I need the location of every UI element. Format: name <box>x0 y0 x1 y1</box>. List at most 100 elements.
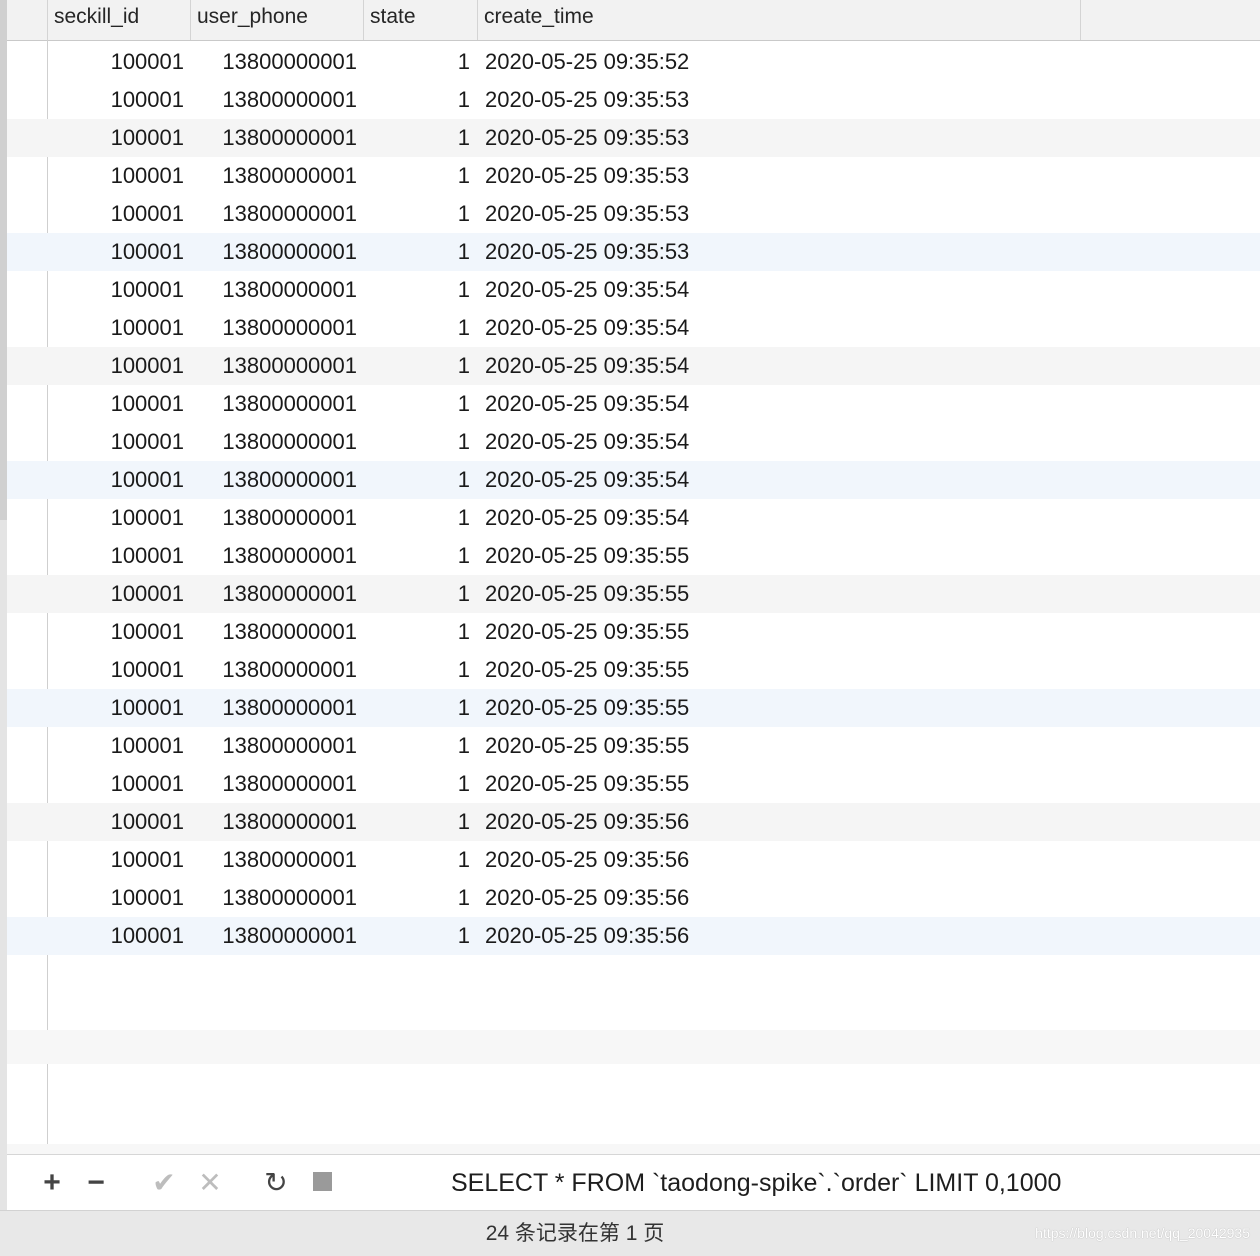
cell-user-phone[interactable]: 13800000001 <box>197 537 357 575</box>
cell-state[interactable]: 1 <box>364 309 470 347</box>
cell-create-time[interactable]: 2020-05-25 09:35:54 <box>485 385 885 423</box>
cell-state[interactable]: 1 <box>364 841 470 879</box>
table-row[interactable]: 100001 13800000001 1 2020-05-25 09:35:56 <box>7 803 1260 841</box>
cell-user-phone[interactable]: 13800000001 <box>197 689 357 727</box>
cell-seckill-id[interactable]: 100001 <box>48 309 184 347</box>
cell-state[interactable]: 1 <box>364 499 470 537</box>
cell-seckill-id[interactable]: 100001 <box>48 347 184 385</box>
cell-user-phone[interactable]: 13800000001 <box>197 879 357 917</box>
cell-state[interactable]: 1 <box>364 195 470 233</box>
cell-state[interactable]: 1 <box>364 613 470 651</box>
cell-create-time[interactable]: 2020-05-25 09:35:53 <box>485 157 885 195</box>
table-row[interactable]: 100001 13800000001 1 2020-05-25 09:35:54 <box>7 499 1260 537</box>
cell-user-phone[interactable]: 13800000001 <box>197 309 357 347</box>
cell-state[interactable]: 1 <box>364 765 470 803</box>
cell-create-time[interactable]: 2020-05-25 09:35:54 <box>485 423 885 461</box>
cell-state[interactable]: 1 <box>364 157 470 195</box>
left-scrollbar-thumb[interactable] <box>0 0 7 520</box>
cell-seckill-id[interactable]: 100001 <box>48 271 184 309</box>
cell-user-phone[interactable]: 13800000001 <box>197 499 357 537</box>
cell-seckill-id[interactable]: 100001 <box>48 499 184 537</box>
cell-create-time[interactable]: 2020-05-25 09:35:54 <box>485 461 885 499</box>
cell-user-phone[interactable]: 13800000001 <box>197 119 357 157</box>
table-row[interactable]: 100001 13800000001 1 2020-05-25 09:35:54 <box>7 347 1260 385</box>
table-row[interactable]: 100001 13800000001 1 2020-05-25 09:35:54 <box>7 271 1260 309</box>
cell-user-phone[interactable]: 13800000001 <box>197 575 357 613</box>
table-row[interactable]: 100001 13800000001 1 2020-05-25 09:35:55 <box>7 651 1260 689</box>
cell-create-time[interactable]: 2020-05-25 09:35:54 <box>485 271 885 309</box>
cell-user-phone[interactable]: 13800000001 <box>197 385 357 423</box>
check-icon[interactable]: ✔ <box>147 1165 181 1201</box>
cell-state[interactable]: 1 <box>364 537 470 575</box>
table-row[interactable]: 100001 13800000001 1 2020-05-25 09:35:54 <box>7 309 1260 347</box>
cell-create-time[interactable]: 2020-05-25 09:35:56 <box>485 917 885 955</box>
cell-create-time[interactable]: 2020-05-25 09:35:54 <box>485 347 885 385</box>
table-row[interactable]: 100001 13800000001 1 2020-05-25 09:35:54 <box>7 385 1260 423</box>
cell-seckill-id[interactable]: 100001 <box>48 575 184 613</box>
cell-seckill-id[interactable]: 100001 <box>48 81 184 119</box>
cell-state[interactable]: 1 <box>364 651 470 689</box>
cell-state[interactable]: 1 <box>364 43 470 81</box>
cell-create-time[interactable]: 2020-05-25 09:35:56 <box>485 841 885 879</box>
table-row[interactable]: 100001 13800000001 1 2020-05-25 09:35:56 <box>7 917 1260 955</box>
cell-seckill-id[interactable]: 100001 <box>48 727 184 765</box>
cell-seckill-id[interactable]: 100001 <box>48 119 184 157</box>
cell-create-time[interactable]: 2020-05-25 09:35:55 <box>485 765 885 803</box>
cell-create-time[interactable]: 2020-05-25 09:35:55 <box>485 651 885 689</box>
column-header-state[interactable]: state <box>364 0 478 40</box>
cell-user-phone[interactable]: 13800000001 <box>197 803 357 841</box>
cell-user-phone[interactable]: 13800000001 <box>197 423 357 461</box>
cell-user-phone[interactable]: 13800000001 <box>197 727 357 765</box>
cell-create-time[interactable]: 2020-05-25 09:35:56 <box>485 879 885 917</box>
cell-user-phone[interactable]: 13800000001 <box>197 195 357 233</box>
table-row[interactable]: 100001 13800000001 1 2020-05-25 09:35:53 <box>7 195 1260 233</box>
cell-seckill-id[interactable]: 100001 <box>48 917 184 955</box>
table-row[interactable]: 100001 13800000001 1 2020-05-25 09:35:55 <box>7 727 1260 765</box>
cell-create-time[interactable]: 2020-05-25 09:35:53 <box>485 195 885 233</box>
column-header-user-phone[interactable]: user_phone <box>191 0 364 40</box>
cell-state[interactable]: 1 <box>364 233 470 271</box>
cell-seckill-id[interactable]: 100001 <box>48 195 184 233</box>
cell-seckill-id[interactable]: 100001 <box>48 157 184 195</box>
stop-icon[interactable] <box>305 1165 339 1201</box>
table-row[interactable]: 100001 13800000001 1 2020-05-25 09:35:55 <box>7 689 1260 727</box>
x-icon[interactable]: ✕ <box>193 1165 227 1201</box>
table-row[interactable]: 100001 13800000001 1 2020-05-25 09:35:54 <box>7 423 1260 461</box>
cell-seckill-id[interactable]: 100001 <box>48 689 184 727</box>
column-header-seckill-id[interactable]: seckill_id <box>48 0 191 40</box>
table-row[interactable]: 100001 13800000001 1 2020-05-25 09:35:53 <box>7 157 1260 195</box>
cell-create-time[interactable]: 2020-05-25 09:35:55 <box>485 689 885 727</box>
cell-user-phone[interactable]: 13800000001 <box>197 613 357 651</box>
cell-state[interactable]: 1 <box>364 347 470 385</box>
table-row[interactable]: 100001 13800000001 1 2020-05-25 09:35:55 <box>7 575 1260 613</box>
cell-seckill-id[interactable]: 100001 <box>48 233 184 271</box>
cell-state[interactable]: 1 <box>364 689 470 727</box>
cell-create-time[interactable]: 2020-05-25 09:35:55 <box>485 575 885 613</box>
cell-create-time[interactable]: 2020-05-25 09:35:55 <box>485 613 885 651</box>
cell-state[interactable]: 1 <box>364 81 470 119</box>
cell-seckill-id[interactable]: 100001 <box>48 879 184 917</box>
cell-create-time[interactable]: 2020-05-25 09:35:53 <box>485 233 885 271</box>
cell-create-time[interactable]: 2020-05-25 09:35:56 <box>485 803 885 841</box>
cell-state[interactable]: 1 <box>364 727 470 765</box>
column-header-create-time[interactable]: create_time <box>478 0 1081 40</box>
cell-user-phone[interactable]: 13800000001 <box>197 461 357 499</box>
cell-create-time[interactable]: 2020-05-25 09:35:54 <box>485 499 885 537</box>
cell-state[interactable]: 1 <box>364 119 470 157</box>
table-row[interactable]: 100001 13800000001 1 2020-05-25 09:35:55 <box>7 537 1260 575</box>
table-row[interactable]: 100001 13800000001 1 2020-05-25 09:35:53 <box>7 81 1260 119</box>
cell-state[interactable]: 1 <box>364 461 470 499</box>
table-row[interactable]: 100001 13800000001 1 2020-05-25 09:35:54 <box>7 461 1260 499</box>
cell-state[interactable]: 1 <box>364 917 470 955</box>
cell-seckill-id[interactable]: 100001 <box>48 765 184 803</box>
plus-icon[interactable]: + <box>35 1165 69 1201</box>
cell-create-time[interactable]: 2020-05-25 09:35:52 <box>485 43 885 81</box>
cell-state[interactable]: 1 <box>364 575 470 613</box>
cell-state[interactable]: 1 <box>364 385 470 423</box>
cell-state[interactable]: 1 <box>364 879 470 917</box>
cell-seckill-id[interactable]: 100001 <box>48 613 184 651</box>
left-scrollbar[interactable] <box>0 0 7 1210</box>
cell-user-phone[interactable]: 13800000001 <box>197 917 357 955</box>
cell-user-phone[interactable]: 13800000001 <box>197 347 357 385</box>
cell-user-phone[interactable]: 13800000001 <box>197 233 357 271</box>
